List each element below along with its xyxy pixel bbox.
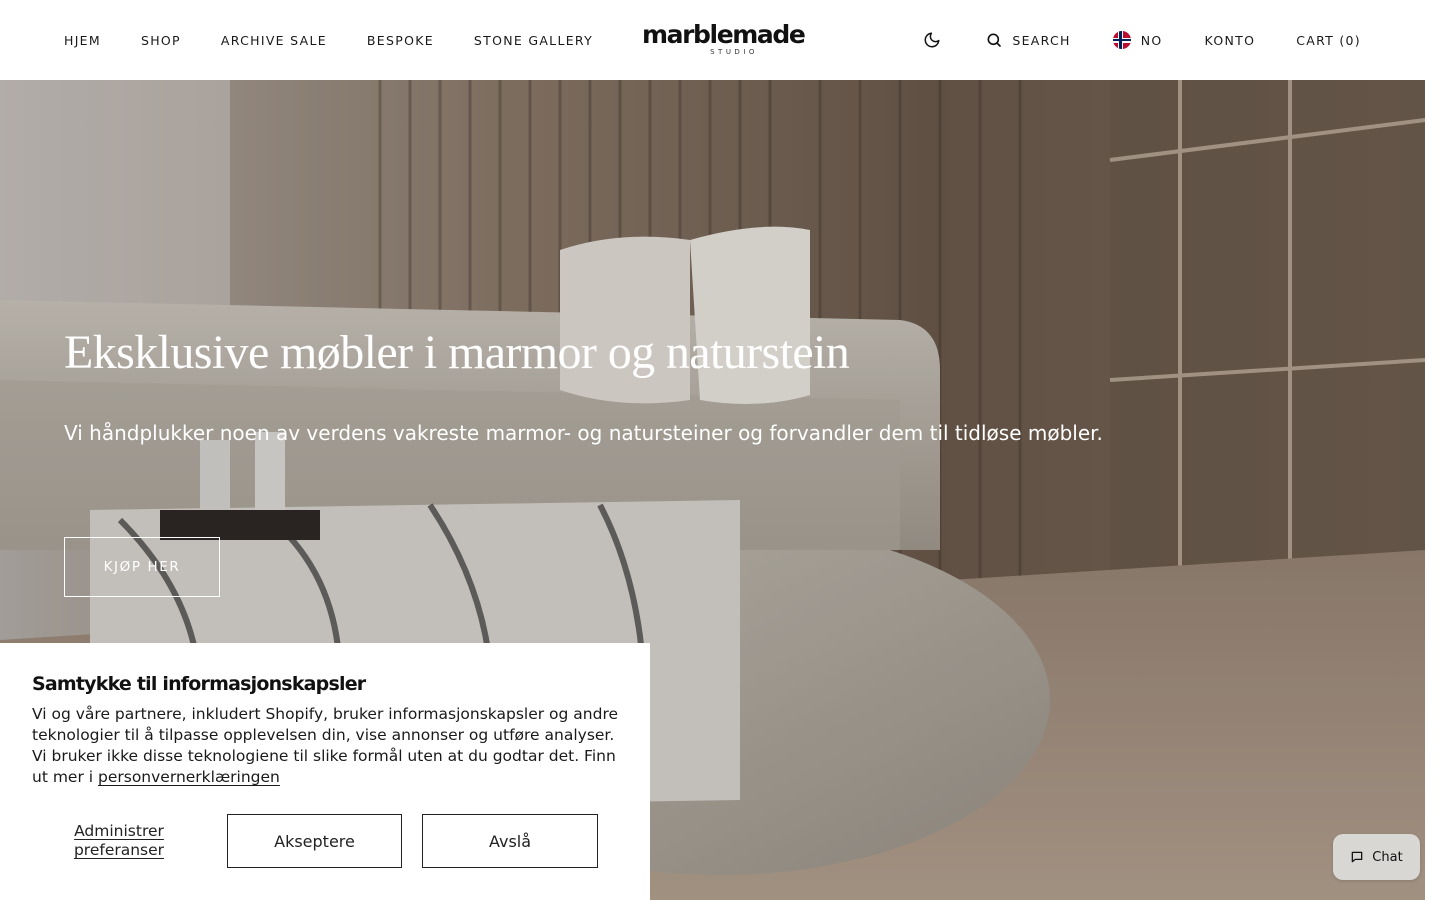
decline-cookies-button[interactable]: Avslå [422,814,598,868]
cookie-description: Vi og våre partnere, inkludert Shopify, … [32,704,624,788]
norway-flag-icon [1112,31,1131,49]
cookie-consent-banner: Samtykke til informasjonskapsler Vi og v… [0,643,650,900]
chat-label: Chat [1372,849,1403,865]
logo-subtitle: STUDIO [710,48,758,56]
manage-preferences-button[interactable]: Administrer preferanser [32,822,206,860]
shop-now-button[interactable]: KJØP HER [64,537,220,597]
search-icon [987,33,1002,47]
cookie-actions: Administrer preferanser Akseptere Avslå [32,814,598,868]
moon-icon [924,32,940,48]
theme-toggle-button[interactable] [922,30,942,50]
chat-bubble-icon [1351,851,1363,863]
language-code: NO [1140,32,1163,48]
nav-link-shop[interactable]: SHOP [141,33,181,48]
cart-link[interactable]: CART (0) [1296,33,1361,48]
hero-title: Eksklusive møbler i marmor og naturstein [64,326,850,379]
accept-cookies-button[interactable]: Akseptere [227,814,402,868]
search-label: SEARCH [1012,32,1071,48]
account-link[interactable]: KONTO [1205,33,1256,48]
privacy-policy-link[interactable]: personvernerklæringen [98,768,280,786]
nav-link-stone-gallery[interactable]: STONE GALLERY [474,33,593,48]
nav-link-hjem[interactable]: HJEM [64,33,101,48]
nav-link-bespoke[interactable]: BESPOKE [367,33,434,48]
cookie-title: Samtykke til informasjonskapsler [32,673,366,695]
language-selector[interactable]: NO [1112,31,1163,49]
nav-link-archive-sale[interactable]: ARCHIVE SALE [221,33,327,48]
hero-subtitle: Vi håndplukker noen av verdens vakreste … [64,421,1103,445]
chat-button[interactable]: Chat [1333,834,1420,880]
logo-wordmark: marblemade [642,20,806,49]
site-logo[interactable]: marblemade STUDIO [642,20,806,58]
page-scrollbar[interactable] [1425,80,1440,900]
main-nav: HJEM SHOP ARCHIVE SALE BESPOKE STONE GAL… [64,0,593,80]
search-button[interactable]: SEARCH [986,32,1070,48]
site-header: HJEM SHOP ARCHIVE SALE BESPOKE STONE GAL… [0,0,1440,80]
header-actions: SEARCH NO KONTO CART (0) [922,0,1361,80]
